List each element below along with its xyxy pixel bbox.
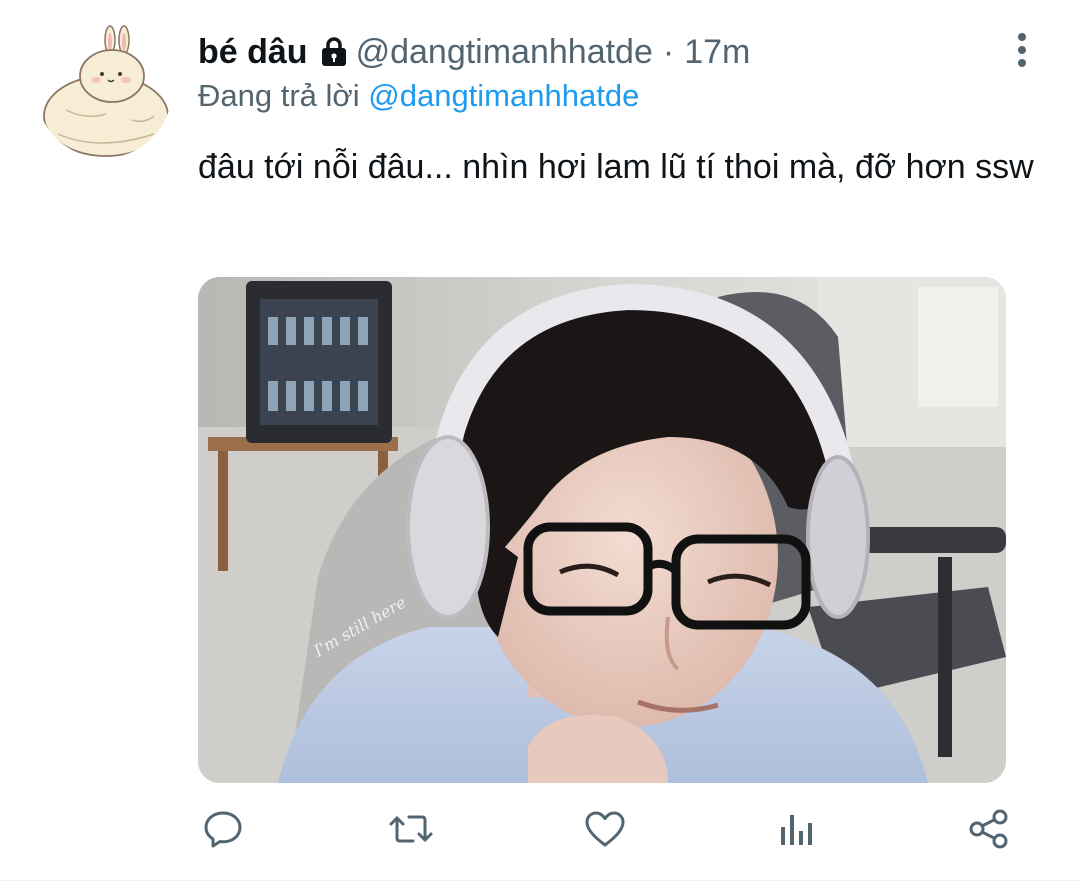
like-button[interactable] bbox=[582, 806, 628, 852]
separator-dot: · bbox=[662, 32, 675, 71]
bunny-mochi-avatar-icon bbox=[36, 22, 172, 158]
heart-icon bbox=[585, 811, 625, 847]
handle[interactable]: @dangtimanhhatde bbox=[356, 33, 653, 72]
display-name[interactable]: bé dâu bbox=[198, 33, 308, 72]
avatar[interactable] bbox=[36, 22, 172, 158]
share-button[interactable] bbox=[966, 806, 1012, 852]
reply-button[interactable] bbox=[200, 806, 246, 852]
tweet[interactable]: bé dâu @dangtimanhhatde · 17m Đang trả l… bbox=[0, 0, 1080, 888]
reply-mention-link[interactable]: @dangtimanhhatde bbox=[368, 78, 639, 113]
share-icon bbox=[969, 809, 1008, 849]
retweet-icon bbox=[389, 815, 433, 843]
photo-image: I'm still here bbox=[198, 277, 1006, 783]
lock-icon bbox=[318, 36, 350, 68]
bar-chart-icon bbox=[781, 815, 812, 845]
speech-bubble-icon bbox=[204, 811, 242, 848]
tweet-photo[interactable]: I'm still here bbox=[198, 277, 1006, 783]
vertical-dots-icon bbox=[1018, 33, 1026, 67]
action-bar bbox=[198, 800, 1018, 860]
timestamp[interactable]: 17m bbox=[684, 33, 750, 72]
divider bbox=[0, 880, 1080, 881]
reply-prefix: Đang trả lời bbox=[198, 78, 360, 113]
reply-context: Đang trả lời @dangtimanhhatde bbox=[198, 78, 639, 114]
retweet-button[interactable] bbox=[388, 806, 434, 852]
analytics-button[interactable] bbox=[774, 806, 820, 852]
more-options-button[interactable] bbox=[1000, 28, 1044, 72]
tweet-text: đâu tới nỗi đâu... nhìn hơi lam lũ tí th… bbox=[198, 148, 1034, 186]
tweet-header: bé dâu @dangtimanhhatde · 17m bbox=[198, 26, 990, 78]
